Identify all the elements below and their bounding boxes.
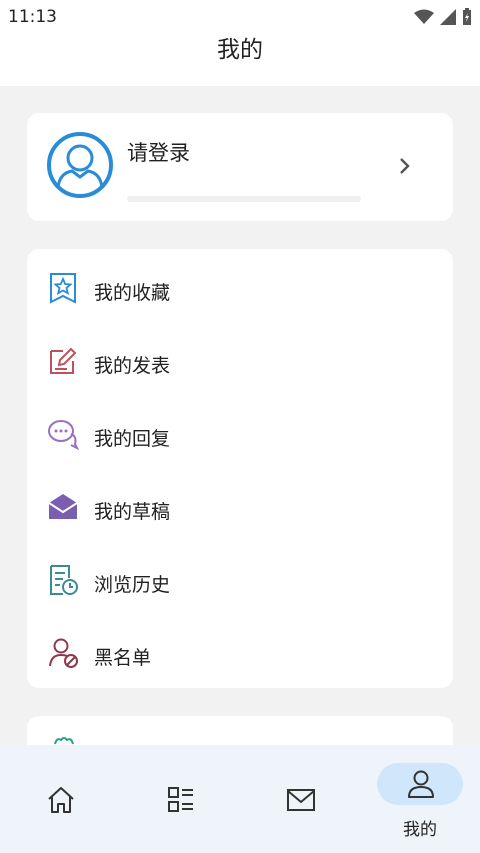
nav-messages[interactable] bbox=[240, 745, 360, 853]
bottom-nav: 我的 bbox=[0, 745, 480, 853]
profile-card[interactable]: 请登录 bbox=[27, 113, 453, 221]
nav-home[interactable] bbox=[0, 745, 120, 853]
envelope-open-icon bbox=[48, 494, 78, 519]
nav-mine[interactable]: 我的 bbox=[360, 745, 480, 853]
login-label[interactable]: 请登录 bbox=[127, 137, 190, 167]
chevron-right-icon[interactable] bbox=[397, 156, 413, 176]
profile-progress-bar bbox=[127, 196, 361, 202]
signal-icon bbox=[440, 9, 456, 25]
user-block-icon bbox=[49, 638, 78, 668]
menu-item-history[interactable]: 浏览历史 bbox=[27, 548, 453, 608]
star-bookmark-icon bbox=[50, 273, 76, 304]
menu-item-blacklist[interactable]: 黑名单 bbox=[27, 621, 453, 681]
menu-item-favorites[interactable]: 我的收藏 bbox=[27, 256, 453, 316]
status-time: 11:13 bbox=[8, 7, 57, 27]
menu-card: 我的收藏 我的发表 我的回复 我的草稿 浏览历史 黑名单 bbox=[27, 249, 453, 688]
battery-icon bbox=[463, 8, 471, 25]
nav-list[interactable] bbox=[120, 745, 240, 853]
wifi-icon bbox=[414, 9, 434, 24]
home-icon bbox=[48, 787, 74, 813]
edit-icon bbox=[50, 347, 77, 374]
menu-item-posts[interactable]: 我的发表 bbox=[27, 329, 453, 389]
status-bar: 11:13 bbox=[0, 0, 480, 34]
nav-mine-label: 我的 bbox=[403, 820, 437, 840]
menu-item-label: 我的草稿 bbox=[94, 501, 171, 523]
menu-item-drafts[interactable]: 我的草稿 bbox=[27, 475, 453, 535]
menu-item-label: 黑名单 bbox=[94, 647, 152, 669]
avatar-icon bbox=[47, 132, 113, 198]
menu-item-label: 我的回复 bbox=[94, 428, 171, 450]
list-icon bbox=[168, 787, 193, 812]
status-icons bbox=[414, 8, 472, 26]
mail-icon bbox=[287, 789, 315, 811]
menu-item-label: 我的发表 bbox=[94, 355, 171, 377]
chat-bubble-icon bbox=[48, 420, 79, 450]
history-doc-icon bbox=[50, 565, 78, 595]
menu-item-label: 浏览历史 bbox=[94, 574, 171, 596]
menu-item-replies[interactable]: 我的回复 bbox=[27, 402, 453, 462]
menu-item-label: 我的收藏 bbox=[94, 282, 171, 304]
page-title: 我的 bbox=[217, 37, 263, 63]
user-icon bbox=[408, 770, 434, 798]
